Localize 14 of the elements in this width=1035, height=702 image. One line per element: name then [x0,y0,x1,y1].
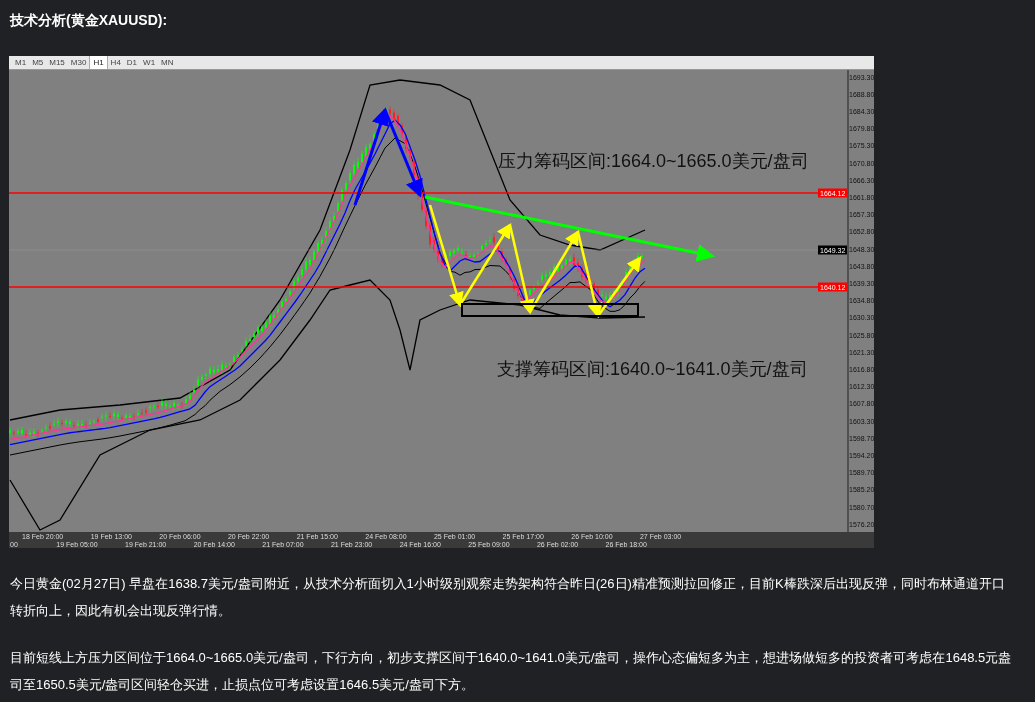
timeframe-tab[interactable]: M1 [12,56,30,69]
timeframe-tab[interactable]: M15 [46,56,68,69]
timeframe-tab[interactable]: H4 [107,56,124,69]
timeframe-tab[interactable]: M5 [29,56,47,69]
timeframe-tab[interactable]: MN [158,56,177,69]
analysis-paragraph: 今日黄金(02月27日) 早盘在1638.7美元/盎司附近，从技术分析面切入1小时级别观察走势架构符合昨日(26日)精准预测拉回修正，目前K棒跌深后出现反弹，同时布林通道开口转折向上，因此有机会出现反弹行情。 [10,575,1006,620]
analysis-paragraph: 目前短线上方压力区间位于1664.0~1665.0美元/盎司，下行方向，初步支撑区间于1640.0~1641.0美元/盎司，操作心态偏短多为主，想进场做短多的投资者可考虑在1648.5元盎司至1650.5美元/盎司区间轻仓买进，止损点位可考虑设置1646.5美元/盎司下方。 [10,649,1013,694]
zone-annotation: 支撑筹码区间:1640.0~1641.0美元/盘司 [497,359,808,379]
timeframe-tab[interactable]: M30 [67,56,90,69]
timeframe-tab[interactable]: D1 [123,56,141,69]
page-title: 技术分析(黄金XAUUSD): [10,11,169,30]
timeframe-tab[interactable]: H1 [89,56,108,69]
timeframe-tab[interactable]: W1 [140,56,159,69]
zone-annotation: 压力筹码区间:1664.0~1665.0美元/盘司 [498,151,809,171]
